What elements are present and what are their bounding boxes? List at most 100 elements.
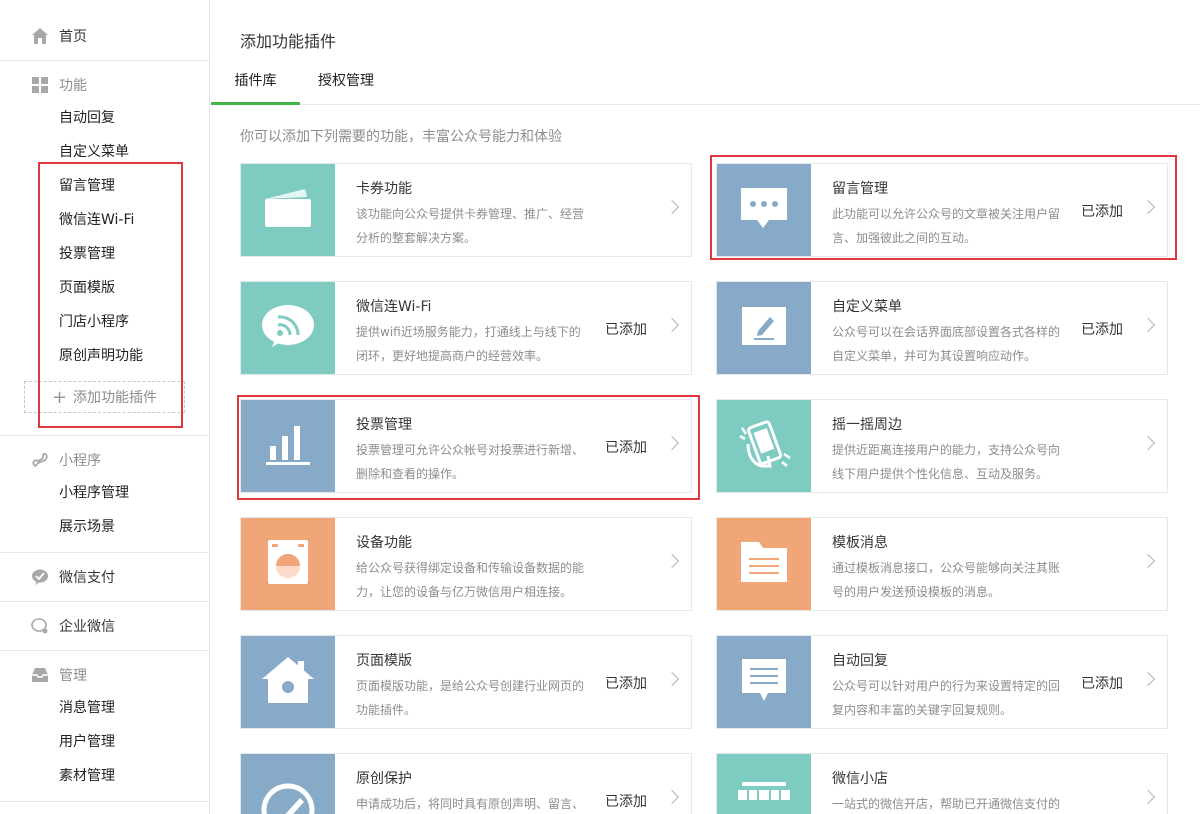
card-desc: 公众号可以在会话界面底部设置各式各样的自定义菜单，并可为其设置响应动作。 — [832, 325, 1061, 363]
card-desc: 一站式的微信开店，帮助已开通微信支付的 — [832, 797, 1061, 811]
comment-icon — [739, 186, 789, 234]
sidebar-home-label: 首页 — [59, 29, 87, 45]
card-thumb — [241, 518, 335, 610]
wechat-pay-icon — [31, 568, 49, 586]
card-status: 已添加 — [1081, 322, 1123, 338]
sidebar-features-title: 功能 — [59, 78, 87, 94]
sidebar-group-pay: 微信支付 — [0, 553, 209, 602]
sidebar-miniprogram-title: 小程序 — [59, 453, 101, 469]
chevron-right-icon — [664, 199, 680, 215]
card-thumb — [717, 636, 811, 728]
plugin-card-auto-reply[interactable]: 自动回复 公众号可以针对用户的行为来设置特定的回复内容和丰富的关键字回复规则。 … — [716, 635, 1168, 729]
chevron-right-icon — [1140, 671, 1156, 687]
plugin-card-wifi[interactable]: 微信连Wi-Fi 提供wifi近场服务能力，打通线上与线下的闭环，更好地提高商户… — [240, 281, 692, 375]
chevron-right-icon — [664, 317, 680, 333]
sidebar-item-work[interactable]: 企业微信 — [0, 614, 209, 638]
add-plugin-label: 添加功能插件 — [73, 390, 158, 406]
card-status: 已添加 — [605, 322, 647, 338]
card-desc: 此功能可以允许公众号的文章被关注用户留言、加强彼此之间的互动。 — [832, 207, 1061, 245]
sidebar-item-auto-reply[interactable]: 自动回复 — [0, 101, 209, 135]
plugin-card-shop[interactable]: 微信小店 一站式的微信开店，帮助已开通微信支付的 — [716, 753, 1168, 814]
tab-plugin-library[interactable]: 插件库 — [211, 62, 300, 105]
sidebar-item-comments[interactable]: 留言管理 — [0, 169, 209, 203]
plugin-card-original[interactable]: 原创保护 申请成功后，将同时具有原创声明、留言、 已添加 — [240, 753, 692, 814]
plugin-card-shake[interactable]: 摇一摇周边 提供近距离连接用户的能力，支持公众号向线下用户提供个性化信息、互动及… — [716, 399, 1168, 493]
sidebar-group-promo: 推广 — [0, 802, 209, 814]
card-desc: 投票管理可允许公众帐号对投票进行新增、删除和查看的操作。 — [356, 443, 585, 481]
plugin-card-template-msg[interactable]: 模板消息 通过模板消息接口，公众号能够向关注其账号的用户发送预设模板的消息。 — [716, 517, 1168, 611]
sidebar-item-materials[interactable]: 素材管理 — [0, 759, 209, 793]
card-title: 自定义菜单 — [832, 299, 902, 315]
plugin-card-device[interactable]: 设备功能 给公众号获得绑定设备和传输设备数据的能力，让您的设备与亿万微信用户相连… — [240, 517, 692, 611]
tab-auth-manage[interactable]: 授权管理 — [318, 62, 374, 105]
sidebar-pay-label: 微信支付 — [59, 570, 115, 586]
inbox-icon — [31, 666, 49, 684]
sidebar-item-showcase[interactable]: 展示场景 — [0, 510, 209, 544]
sidebar-item-users[interactable]: 用户管理 — [0, 725, 209, 759]
plus-icon: + — [51, 386, 68, 408]
chevron-right-icon — [1140, 317, 1156, 333]
sidebar-item-home[interactable]: 首页 — [0, 24, 209, 48]
folder-icon — [739, 540, 789, 588]
card-thumb — [241, 164, 335, 256]
sidebar-item-pay[interactable]: 微信支付 — [0, 565, 209, 589]
plugin-card-custom-menu[interactable]: 自定义菜单 公众号可以在会话界面底部设置各式各样的自定义菜单，并可为其设置响应动… — [716, 281, 1168, 375]
card-thumb — [241, 636, 335, 728]
sidebar-item-store-miniprogram[interactable]: 门店小程序 — [0, 305, 209, 339]
card-status: 已添加 — [1081, 676, 1123, 692]
card-status: 已添加 — [1081, 204, 1123, 220]
sidebar-item-page-template[interactable]: 页面模版 — [0, 271, 209, 305]
card-title: 微信小店 — [832, 771, 888, 787]
card-icon — [261, 185, 315, 235]
work-wechat-icon — [31, 617, 49, 635]
sidebar-item-original[interactable]: 原创声明功能 — [0, 339, 209, 373]
page-title: 添加功能插件 — [240, 32, 337, 51]
card-thumb — [241, 282, 335, 374]
card-title: 页面模版 — [356, 653, 412, 669]
edit-icon — [740, 305, 788, 351]
card-status: 已添加 — [605, 676, 647, 692]
plugin-card-vote[interactable]: 投票管理 投票管理可允许公众帐号对投票进行新增、删除和查看的操作。 已添加 — [240, 399, 692, 493]
message-icon — [740, 657, 788, 707]
sidebar-work-label: 企业微信 — [59, 619, 115, 635]
chevron-right-icon — [664, 435, 680, 451]
sidebar-item-miniprogram-manage[interactable]: 小程序管理 — [0, 476, 209, 510]
sidebar-features-header: 功能 — [0, 73, 209, 97]
card-thumb — [717, 400, 811, 492]
card-thumb — [717, 282, 811, 374]
plugin-card-page-template[interactable]: 页面模版 页面模版功能，是给公众号创建行业网页的功能插件。 已添加 — [240, 635, 692, 729]
sidebar-group-home: 首页 — [0, 0, 209, 61]
card-desc: 给公众号获得绑定设备和传输设备数据的能力，让您的设备与亿万微信用户相连接。 — [356, 561, 585, 599]
house-icon — [260, 655, 316, 709]
sidebar-item-vote[interactable]: 投票管理 — [0, 237, 209, 271]
chevron-right-icon — [664, 553, 680, 569]
card-title: 留言管理 — [832, 181, 888, 197]
shake-phone-icon — [734, 414, 794, 478]
wifi-icon — [260, 301, 316, 355]
sidebar-item-messages[interactable]: 消息管理 — [0, 691, 209, 725]
chevron-right-icon — [1140, 789, 1156, 805]
card-thumb — [241, 754, 335, 814]
card-title: 自动回复 — [832, 653, 888, 669]
sidebar-manage-title: 管理 — [59, 668, 87, 684]
washing-machine-icon — [266, 538, 310, 590]
card-title: 卡券功能 — [356, 181, 412, 197]
sidebar-manage-header: 管理 — [0, 663, 209, 687]
card-title: 原创保护 — [356, 771, 412, 787]
sidebar-item-wifi[interactable]: 微信连Wi-Fi — [0, 203, 209, 237]
sidebar-group-work: 企业微信 — [0, 602, 209, 651]
card-title: 模板消息 — [832, 535, 888, 551]
plugin-card-comments[interactable]: 留言管理 此功能可以允许公众号的文章被关注用户留言、加强彼此之间的互动。 已添加 — [716, 163, 1168, 257]
plugin-card-coupon[interactable]: 卡券功能 该功能向公众号提供卡券管理、推广、经营分析的整套解决方案。 — [240, 163, 692, 257]
add-plugin-button[interactable]: + 添加功能插件 — [24, 381, 185, 413]
card-desc: 该功能向公众号提供卡券管理、推广、经营分析的整套解决方案。 — [356, 207, 585, 245]
card-thumb — [717, 754, 811, 814]
pen-circle-icon — [260, 770, 316, 814]
sidebar-miniprogram-header[interactable]: 小程序 — [0, 448, 209, 472]
card-title: 设备功能 — [356, 535, 412, 551]
card-desc: 提供近距离连接用户的能力，支持公众号向线下用户提供个性化信息、互动及服务。 — [832, 443, 1061, 481]
card-thumb — [717, 518, 811, 610]
card-thumb — [241, 400, 335, 492]
sidebar-item-custom-menu[interactable]: 自定义菜单 — [0, 135, 209, 169]
card-desc: 公众号可以针对用户的行为来设置特定的回复内容和丰富的关键字回复规则。 — [832, 679, 1061, 717]
